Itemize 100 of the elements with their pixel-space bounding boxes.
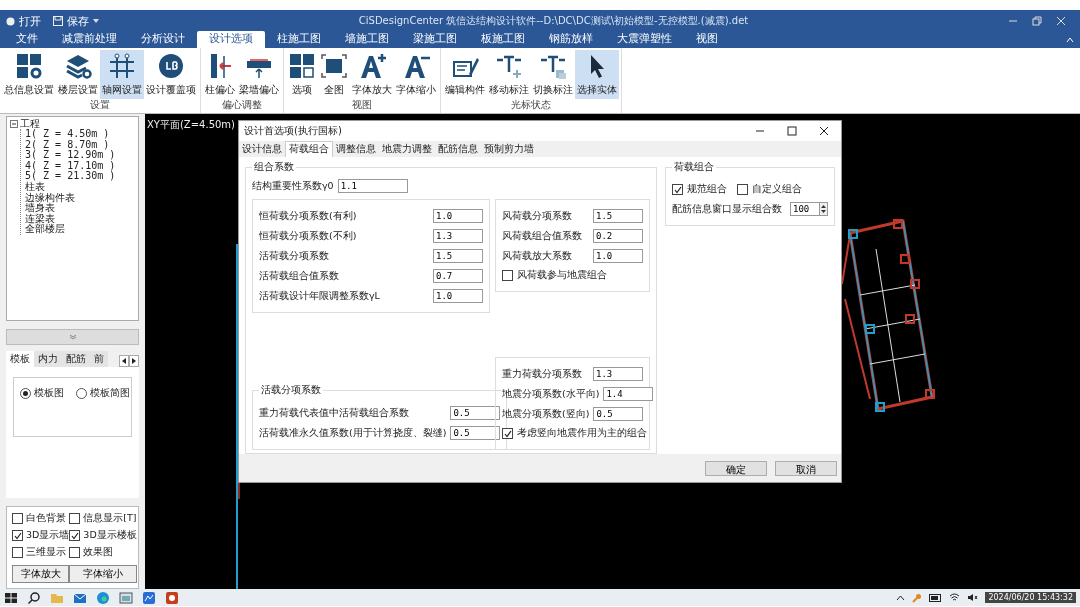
- ribbon-button[interactable]: 选项: [286, 50, 318, 99]
- full-view-icon: [320, 52, 348, 80]
- scroll-right-button[interactable]: [129, 355, 139, 368]
- tree-item[interactable]: 全部楼层: [25, 224, 65, 235]
- tree-item[interactable]: 1( Z = 4.50m ): [25, 129, 110, 140]
- radio-button[interactable]: [76, 387, 87, 399]
- dropdown-icon[interactable]: [93, 18, 99, 24]
- dialog-tab[interactable]: 调整信息: [333, 142, 379, 157]
- dialog-button[interactable]: 取消: [775, 460, 837, 476]
- search-icon[interactable]: [27, 590, 41, 605]
- menu-tab[interactable]: 分析设计: [129, 31, 197, 48]
- ribbon-button[interactable]: 移动标注: [487, 50, 531, 99]
- ribbon-button[interactable]: 总信息设置: [2, 50, 56, 99]
- checkbox[interactable]: [502, 428, 513, 439]
- browser-icon[interactable]: [96, 590, 110, 605]
- spinner-arrows-icon[interactable]: [820, 202, 828, 216]
- speaker-icon[interactable]: [967, 593, 979, 602]
- font-size-button[interactable]: 字体放大: [12, 565, 70, 583]
- dialog-button[interactable]: 确定: [705, 460, 767, 476]
- ribbon-button[interactable]: 字体缩小: [394, 50, 438, 99]
- checkbox[interactable]: [12, 513, 23, 524]
- tree-item[interactable]: 墙身表: [25, 203, 55, 214]
- collapse-icon[interactable]: [10, 120, 18, 128]
- app-icon[interactable]: [142, 590, 156, 605]
- battery-icon[interactable]: [929, 593, 943, 602]
- input-field[interactable]: 0.5: [450, 426, 501, 440]
- checkbox[interactable]: [672, 184, 683, 195]
- checkbox[interactable]: [69, 513, 81, 524]
- windows-icon[interactable]: [4, 590, 18, 605]
- panel-tab[interactable]: 内力: [34, 351, 62, 368]
- collapse-ribbon-icon[interactable]: [1066, 37, 1074, 43]
- save-button[interactable]: 保存: [67, 13, 89, 29]
- dialog-tab[interactable]: 预制剪力墙: [481, 142, 537, 157]
- open-button[interactable]: 打开: [19, 13, 41, 29]
- menu-tab[interactable]: 梁施工图: [401, 31, 469, 48]
- input-field[interactable]: 1.4: [603, 387, 654, 401]
- ribbon-button[interactable]: 柱偏心: [203, 50, 237, 99]
- tree-item[interactable]: 3( Z = 12.90m ): [25, 150, 116, 161]
- clock[interactable]: 2024/06/20 15:43:32: [985, 592, 1076, 603]
- input-field[interactable]: 1.1: [337, 179, 408, 193]
- tree-item[interactable]: 2( Z = 8.70m ): [25, 139, 110, 151]
- restore-icon: [1032, 16, 1042, 26]
- input-field[interactable]: 0.5: [450, 406, 501, 420]
- save-icon[interactable]: [53, 16, 63, 26]
- tree-item[interactable]: 4( Z = 17.10m ): [25, 160, 116, 172]
- panel-tab[interactable]: 配筋: [62, 351, 90, 368]
- dialog-tab[interactable]: 地震力调整: [379, 142, 435, 157]
- checkbox[interactable]: [69, 530, 81, 541]
- tree-item[interactable]: 边缘构件表: [25, 192, 75, 204]
- input-field[interactable]: 1.5: [433, 249, 483, 263]
- input-field[interactable]: 1.3: [593, 367, 643, 381]
- input-field[interactable]: 1.0: [593, 249, 643, 263]
- ribbon-button[interactable]: 楼层设置: [56, 50, 100, 99]
- tree-item[interactable]: 柱表: [25, 181, 45, 193]
- menu-tab[interactable]: 文件: [4, 31, 50, 48]
- font-size-button[interactable]: 字体缩小: [69, 565, 137, 583]
- input-field[interactable]: 1.0: [433, 289, 483, 303]
- caret-icon[interactable]: [896, 594, 906, 601]
- dialog-tab[interactable]: 荷载组合: [285, 141, 333, 157]
- menu-tab[interactable]: 设计选项: [197, 31, 265, 48]
- spin-field[interactable]: 100: [790, 202, 820, 216]
- menu-tab[interactable]: 大震弹塑性: [605, 31, 684, 48]
- wifi-icon[interactable]: [949, 593, 961, 602]
- menu-tab[interactable]: 减震前处理: [50, 31, 129, 48]
- slides-icon[interactable]: [165, 590, 179, 605]
- ribbon-button[interactable]: 设计覆盖项: [144, 50, 198, 99]
- dialog-tab[interactable]: 配筋信息: [435, 142, 481, 157]
- ribbon-button[interactable]: 字体放大: [350, 50, 394, 99]
- menu-tab[interactable]: 视图: [684, 31, 730, 48]
- input-field[interactable]: 1.3: [433, 229, 483, 243]
- badge-icon: [157, 52, 185, 80]
- ribbon-group-label: 光标状态: [511, 98, 551, 112]
- menu-tab[interactable]: 板施工图: [469, 31, 537, 48]
- menu-tab[interactable]: 墙施工图: [333, 31, 401, 48]
- input-field[interactable]: 0.5: [593, 407, 644, 421]
- record-icon[interactable]: [6, 16, 15, 26]
- ribbon-button[interactable]: 全图: [318, 50, 350, 99]
- panel-tab[interactable]: 模板: [6, 351, 34, 368]
- dialog-tab[interactable]: 设计信息: [239, 142, 285, 157]
- menu-tab[interactable]: 柱施工图: [265, 31, 333, 48]
- menu-tab[interactable]: 钢筋放样: [537, 31, 605, 48]
- input-field[interactable]: 0.7: [433, 269, 483, 283]
- checkbox[interactable]: [737, 184, 748, 195]
- checkbox[interactable]: [69, 547, 81, 558]
- tree-item[interactable]: 5( Z = 21.30m ): [25, 171, 116, 182]
- input-field[interactable]: 1.0: [433, 209, 483, 223]
- panel-tab[interactable]: 前: [90, 351, 108, 368]
- scroll-left-button[interactable]: [119, 355, 129, 368]
- ribbon-button[interactable]: 选择实体: [575, 50, 619, 99]
- input-field[interactable]: 0.2: [593, 229, 643, 243]
- input-field[interactable]: 1.5: [593, 209, 643, 223]
- ribbon-button[interactable]: 轴网设置: [100, 50, 144, 99]
- checkbox[interactable]: [12, 530, 23, 541]
- tree-item[interactable]: 工程: [20, 119, 40, 129]
- ribbon-button[interactable]: 切换标注: [531, 50, 575, 99]
- checkbox[interactable]: [502, 270, 513, 281]
- checkbox[interactable]: [12, 547, 23, 558]
- radio-button[interactable]: [20, 387, 31, 399]
- ribbon-button[interactable]: 梁墙偏心: [237, 50, 281, 99]
- ribbon-button[interactable]: 编辑构件: [443, 50, 487, 99]
